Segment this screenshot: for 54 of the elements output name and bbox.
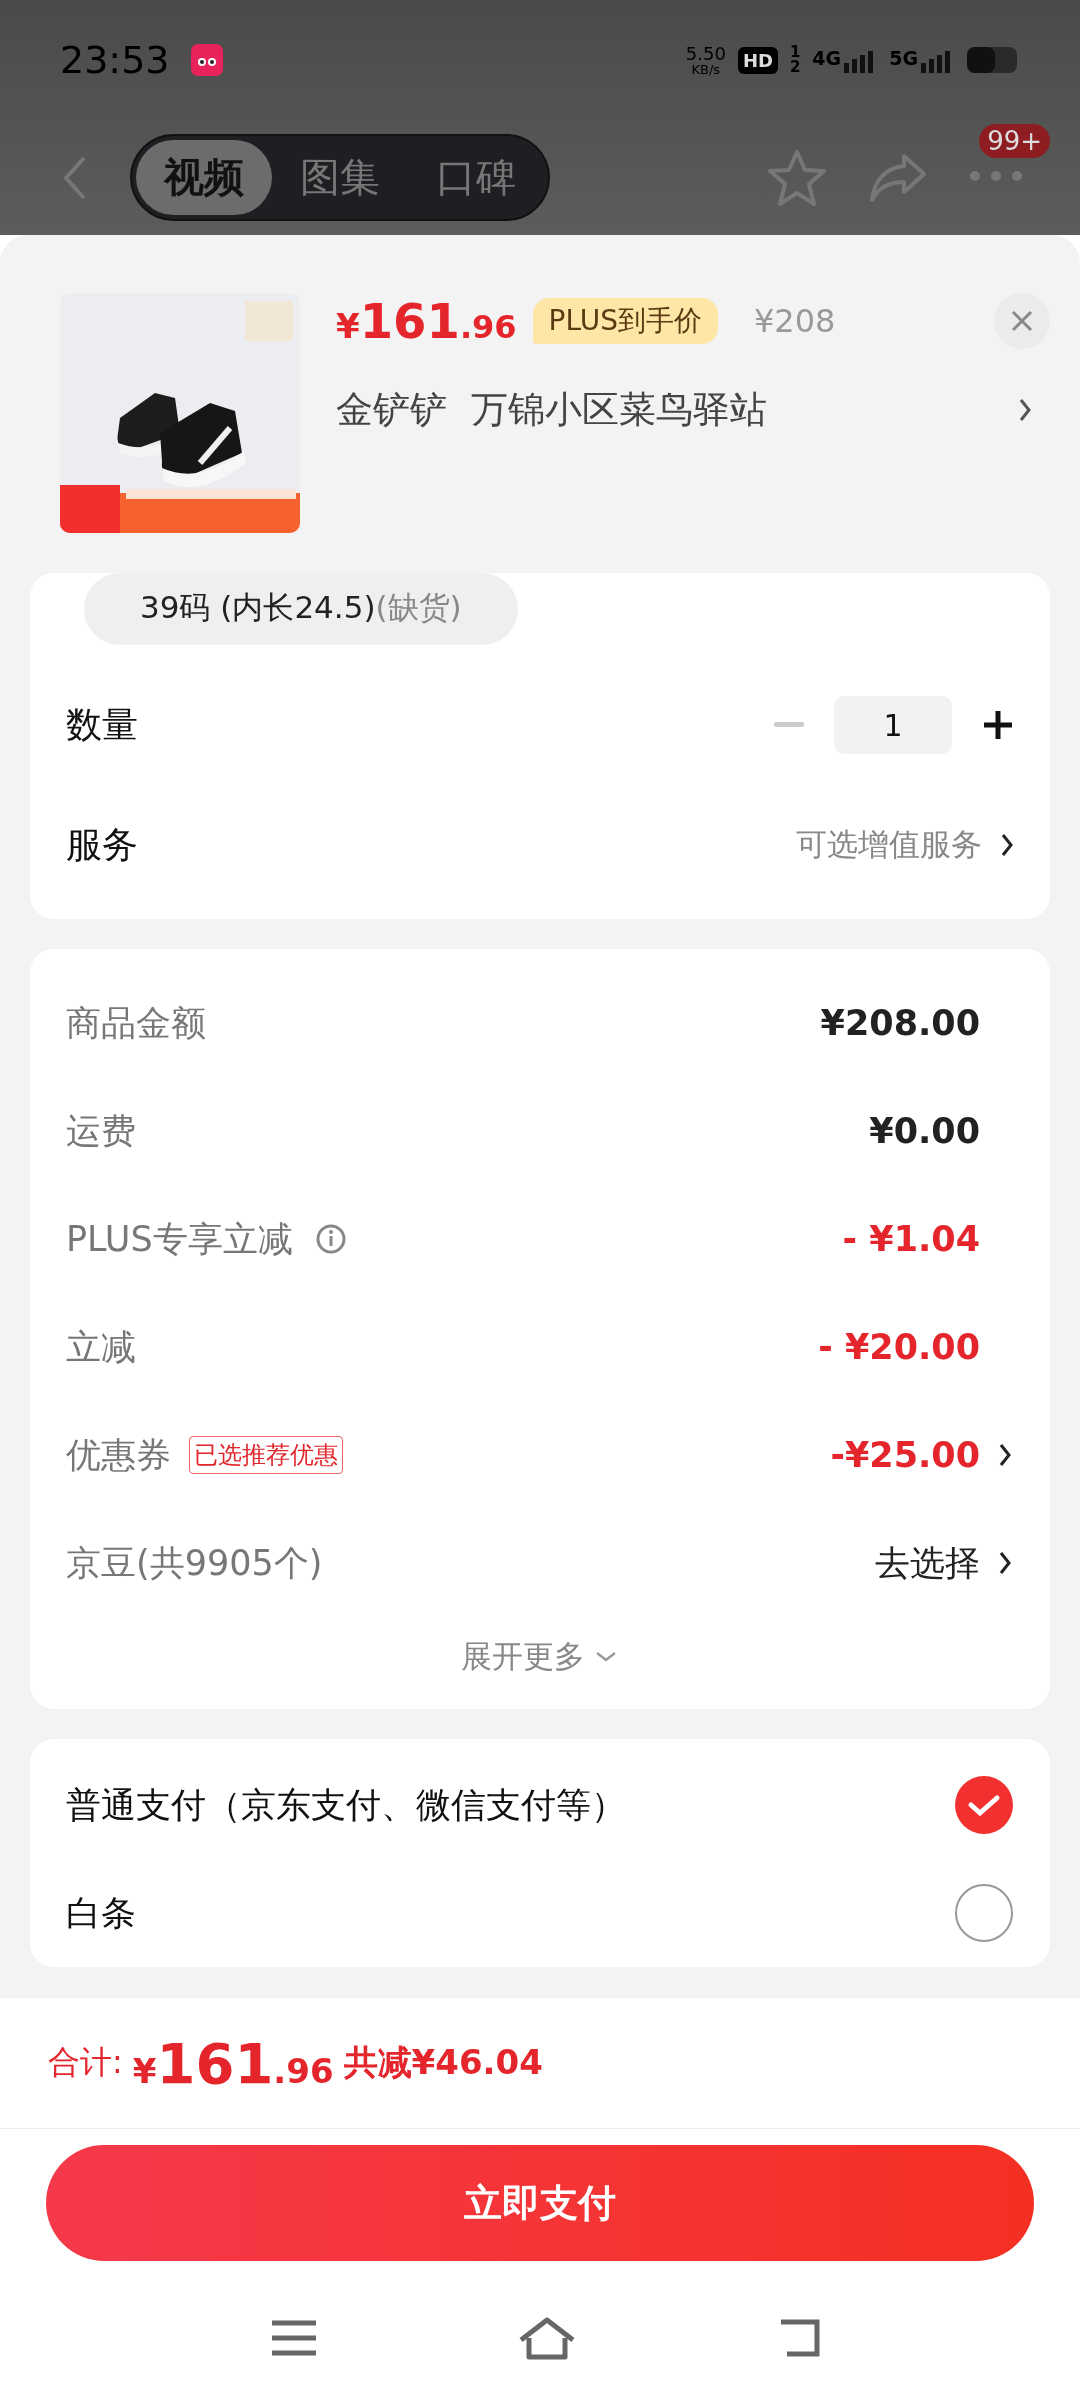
quantity-label: 数量 — [66, 702, 138, 747]
chevron-icon[interactable] — [1000, 832, 1014, 858]
media-tab[interactable]: 图集 — [272, 140, 408, 215]
sim-slot-number: 1 — [789, 45, 801, 60]
payment-option[interactable]: 白条 — [66, 1889, 136, 1937]
original-price: ¥208 — [753, 302, 836, 340]
chevron-icon[interactable] — [1018, 397, 1032, 423]
plus-price-tag: PLUS到手价 — [532, 298, 718, 344]
summary-value: - ¥1.04 — [842, 1219, 980, 1259]
summary-label: 优惠券 — [66, 1433, 171, 1477]
close-icon[interactable] — [1010, 309, 1034, 333]
increase-button[interactable] — [982, 709, 1014, 741]
info-icon[interactable] — [314, 1223, 347, 1255]
service-option[interactable]: 可选增值服务 — [796, 824, 982, 866]
network-speed: 5.50 — [685, 44, 726, 63]
chevron-icon[interactable] — [998, 1550, 1012, 1576]
speed-unit: KB/s — [691, 62, 721, 76]
radio-button[interactable] — [954, 1775, 1014, 1835]
summary-label: 商品金额 — [66, 1001, 206, 1045]
total-label: 合计: — [48, 2042, 123, 2083]
summary-label: 京豆(共9905个) — [66, 1541, 323, 1585]
chevron-down-icon[interactable] — [595, 1651, 617, 1663]
total-price: ¥161.96 — [132, 2030, 334, 2096]
summary-label: 运费 — [66, 1109, 136, 1153]
chevron-icon[interactable] — [998, 1442, 1012, 1468]
quantity-field[interactable]: 1 — [834, 696, 952, 754]
star-icon[interactable] — [766, 147, 828, 208]
app-icon — [189, 43, 224, 77]
summary-value: ¥208.00 — [820, 1003, 980, 1043]
battery-icon — [966, 46, 1020, 74]
payment-option[interactable]: 普通支付（京东支付、微信支付等） — [66, 1781, 626, 1829]
media-tab[interactable]: 口碑 — [408, 140, 544, 215]
delivery-address[interactable]: 金铲铲 万锦小区菜鸟驿站 — [336, 385, 767, 435]
radio-button[interactable] — [954, 1883, 1014, 1943]
expand-more-link[interactable]: 展开更多 — [461, 1636, 585, 1678]
hd-badge: HD — [737, 46, 778, 74]
summary-value: 去选择 — [875, 1541, 980, 1585]
service-label: 服务 — [66, 822, 138, 867]
network-type: 4G — [812, 47, 842, 69]
pay-now-button[interactable]: 立即支付 — [46, 2145, 1034, 2261]
summary-value: - ¥20.00 — [818, 1327, 980, 1367]
sim-slot-number: 2 — [789, 60, 801, 75]
status-time: 23:53 — [60, 38, 170, 82]
summary-value: ¥0.00 — [869, 1111, 980, 1151]
size-option[interactable]: 39码 (内长24.5)(缺货) — [84, 573, 518, 645]
price: ¥161.96 — [336, 293, 517, 349]
total-savings: 共减¥46.04 — [343, 2041, 543, 2084]
notification-badge: 99+ — [979, 124, 1050, 158]
network-type: 5G — [889, 47, 918, 69]
summary-label: PLUS专享立减 — [66, 1217, 293, 1261]
summary-value: -¥25.00 — [830, 1435, 980, 1475]
coupon-tag: 已选推荐优惠 — [189, 1436, 343, 1474]
media-tab[interactable]: 视频 — [136, 140, 272, 215]
summary-label: 立减 — [66, 1325, 136, 1369]
